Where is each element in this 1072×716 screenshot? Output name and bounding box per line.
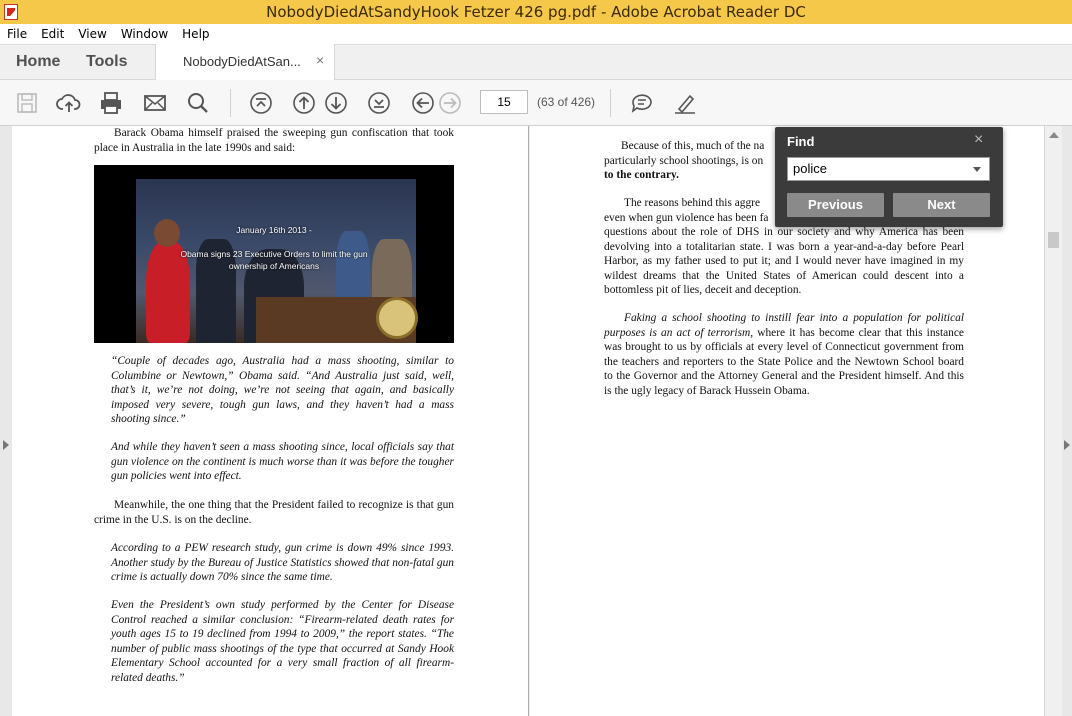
paragraph: Faking a school shooting to instill fear…	[604, 311, 964, 398]
toolbar-separator	[230, 89, 231, 117]
page-number-input[interactable]	[480, 90, 528, 114]
find-input[interactable]: police	[787, 157, 990, 181]
previous-page-icon[interactable]	[291, 90, 317, 116]
find-title: Find	[787, 134, 815, 149]
title-bar: NobodyDiedAtSandyHook Fetzer 426 pg.pdf …	[0, 0, 1072, 24]
menu-window[interactable]: Window	[114, 27, 175, 41]
close-icon[interactable]: ×	[974, 131, 983, 149]
page-count-label: (63 of 426)	[537, 95, 596, 109]
menu-help[interactable]: Help	[175, 27, 216, 41]
pdf-page-left: Barack Obama himself praised the sweepin…	[12, 126, 529, 716]
comment-icon[interactable]	[629, 90, 655, 116]
paragraph: Meanwhile, the one thing that the Presid…	[94, 499, 454, 526]
left-pane-arrow-icon[interactable]	[3, 440, 9, 450]
next-page-icon[interactable]	[323, 90, 349, 116]
paragraph-text: Because of this, much of the na	[621, 140, 765, 152]
paragraph-text: The reasons behind this aggre	[624, 197, 761, 209]
tab-bar: Home Tools NobodyDiedAtSan... ×	[0, 44, 1072, 80]
quote-paragraph: “Couple of decades ago, Australia had a …	[111, 355, 454, 425]
photo-figure	[154, 219, 180, 247]
quote-paragraph: According to a PEW research study, gun c…	[111, 542, 454, 583]
presidential-seal-icon	[376, 297, 418, 339]
window-title: NobodyDiedAtSandyHook Fetzer 426 pg.pdf …	[266, 3, 806, 21]
menu-file[interactable]: File	[0, 27, 34, 41]
quote-paragraph: And while they haven’t seen a mass shoot…	[111, 441, 454, 482]
last-page-icon[interactable]	[366, 90, 392, 116]
cloud-upload-icon[interactable]	[56, 90, 82, 116]
highlight-pen-icon[interactable]	[672, 90, 698, 116]
find-panel: Find × police Previous Next	[775, 127, 1003, 227]
photo-caption: ownership of Americans	[228, 261, 320, 271]
embedded-photo: January 16th 2013 - Obama signs 23 Execu…	[94, 165, 454, 343]
tab-tools[interactable]: Tools	[86, 53, 127, 71]
scrollbar-thumb[interactable]	[1048, 232, 1059, 248]
next-button[interactable]: Next	[893, 193, 990, 217]
menu-bar: File Edit View Window Help	[0, 24, 1072, 44]
bold-text: to the contrary.	[604, 169, 679, 181]
search-icon[interactable]	[185, 90, 211, 116]
toolbar-separator	[610, 89, 611, 117]
tab-home[interactable]: Home	[16, 53, 60, 71]
tab-document[interactable]: NobodyDiedAtSan... ×	[155, 44, 335, 80]
paragraph-text: even when gun violence has been fa	[604, 211, 769, 224]
first-page-icon[interactable]	[248, 90, 274, 116]
tab-close-icon[interactable]: ×	[316, 52, 324, 68]
scroll-up-arrow-icon[interactable]	[1049, 132, 1059, 138]
menu-edit[interactable]: Edit	[34, 27, 71, 41]
photo-caption: Obama signs 23 Executive Orders to limit…	[180, 249, 368, 259]
chevron-down-icon[interactable]	[973, 167, 981, 172]
tab-document-label: NobodyDiedAtSan...	[183, 54, 301, 69]
save-icon[interactable]	[14, 90, 40, 116]
email-icon[interactable]	[142, 90, 168, 116]
left-pane-toggle[interactable]	[0, 126, 12, 716]
paragraph: questions about the role of DHS in our s…	[604, 226, 964, 296]
previous-button[interactable]: Previous	[787, 193, 884, 217]
forward-view-icon[interactable]	[437, 90, 463, 116]
print-icon[interactable]	[98, 90, 124, 116]
toolbar: (63 of 426)	[0, 80, 1072, 126]
menu-view[interactable]: View	[71, 27, 113, 41]
back-view-icon[interactable]	[410, 90, 436, 116]
vertical-scrollbar[interactable]	[1044, 126, 1062, 716]
right-pane-arrow-icon[interactable]	[1064, 440, 1070, 450]
right-pane-toggle[interactable]	[1062, 126, 1072, 716]
paragraph: Barack Obama himself praised the sweepin…	[94, 127, 454, 154]
quote-paragraph: Even the President’s own study performed…	[111, 599, 454, 684]
paragraph-text: particularly school shootings, is on	[604, 154, 764, 167]
photo-caption: January 16th 2013 -	[236, 225, 312, 235]
